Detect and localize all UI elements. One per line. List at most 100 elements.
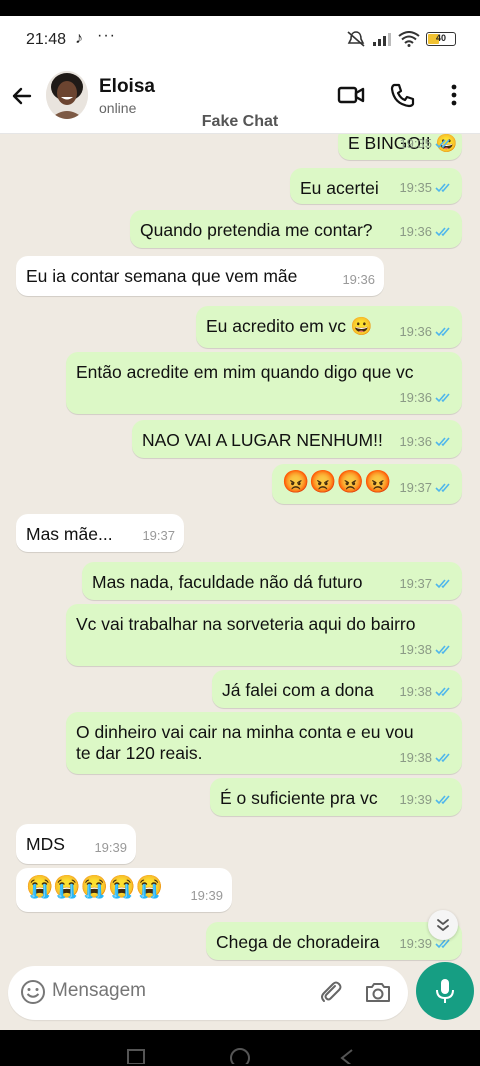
home-icon[interactable] [228,1040,252,1064]
read-ticks-icon [435,795,450,805]
read-ticks-icon [435,437,450,447]
message-meta: 19:37 [399,476,453,499]
message-meta: 19:38 [399,638,453,661]
mic-icon [436,979,454,1003]
read-ticks-icon [435,753,450,763]
message-text: Vc vai trabalhar na sorveteria aqui do b… [76,614,416,634]
top-black-bar [0,0,480,16]
message-text-line1: O dinheiro vai cair na minha conta e eu … [76,722,414,742]
message-time: 19:39 [399,792,432,807]
message-incoming[interactable]: Eu ia contar semana que vem mãe 19:36 [16,256,384,296]
message-time: 19:36 [399,224,432,239]
message-meta: 19:37 [142,524,175,547]
wifi-icon [398,31,420,47]
message-text: Quando pretendia me contar? [140,220,373,240]
message-time: 19:36 [342,272,375,287]
message-input[interactable] [52,980,312,1002]
message-outgoing[interactable]: Chega de choradeira 19:39 [206,922,462,960]
read-ticks-icon [435,645,450,655]
read-ticks-icon [435,327,450,337]
message-outgoing[interactable]: É o suficiente pra vc 19:39 [210,778,462,816]
signal-icon [373,33,391,46]
battery-icon: 40 [426,32,456,46]
message-text: 😭😭😭😭😭 [26,874,163,899]
message-meta: 19:36 [399,220,453,243]
phone-icon[interactable] [388,80,418,110]
message-outgoing[interactable]: 😡😡😡😡 19:37 [272,464,462,504]
back-arrow-icon[interactable] [8,82,36,110]
read-ticks-icon [435,393,450,403]
message-text: Eu acredito em vc 😀 [206,316,373,336]
message-incoming[interactable]: 😭😭😭😭😭 19:39 [16,868,232,912]
message-outgoing[interactable]: Eu acredito em vc 😀 19:36 [196,306,462,348]
message-time: 19:38 [399,750,432,765]
message-meta: 19:35 [399,176,453,199]
message-meta: 19:37 [399,572,453,595]
recents-icon[interactable] [124,1040,148,1064]
message-incoming[interactable]: MDS 19:39 [16,824,136,864]
message-text: Mas nada, faculdade não dá futuro [92,572,363,592]
message-time: 19:36 [399,390,432,405]
message-meta: 19:39 [190,884,223,907]
message-time: 19:38 [399,684,432,699]
read-ticks-icon [435,183,450,193]
message-outgoing[interactable]: Quando pretendia me contar? 19:36 [130,210,462,248]
message-outgoing[interactable]: Eu acertei 19:35 [290,168,462,204]
message-text: Eu ia contar semana que vem mãe [26,266,298,286]
chat-area[interactable]: E BINGO!! 😀 19:35 Eu acertei 19:35 Quand… [0,134,480,966]
back-nav-icon[interactable] [334,1040,358,1064]
message-text: 😡😡😡😡 [282,469,392,494]
message-outgoing[interactable]: Já falei com a dona 19:38 [212,670,462,708]
read-ticks-icon [435,687,450,697]
video-call-icon[interactable] [336,80,366,110]
status-time: 21:48 [26,31,67,48]
message-meta: 19:39 [94,836,127,859]
message-outgoing[interactable]: E BINGO!! 😀 19:35 [338,134,462,160]
message-text: MDS [26,834,65,854]
attach-clip-icon[interactable] [318,979,344,1005]
message-time: 19:36 [399,324,432,339]
status-bar: 21:48 ♪ ··· 40 [0,16,480,62]
avatar-image [46,71,88,119]
message-outgoing[interactable]: Então acredite em mim quando digo que vc… [66,352,462,414]
message-outgoing[interactable]: NAO VAI A LUGAR NENHUM!! 19:36 [132,420,462,458]
status-more-icon: ··· [97,27,116,44]
contact-name[interactable]: Eloisa [99,76,155,98]
mute-alarm-icon [347,31,365,47]
message-meta: 19:36 [399,320,453,343]
camera-icon[interactable] [364,979,392,1005]
message-time: 19:37 [399,576,432,591]
read-ticks-icon [435,139,450,149]
message-time: 19:36 [399,434,432,449]
avatar[interactable] [46,71,88,119]
status-indicators: 40 [346,30,456,48]
read-ticks-icon [435,579,450,589]
mic-button[interactable] [416,962,474,1020]
double-chevron-down-icon [437,919,449,931]
tiktok-icon: ♪ [75,30,83,47]
message-text: Eu acertei [300,178,379,198]
message-time: 19:39 [190,888,223,903]
message-outgoing[interactable]: Mas nada, faculdade não dá futuro 19:37 [82,562,462,600]
compose-bar [0,962,480,1030]
message-input-container[interactable] [8,966,408,1020]
message-text: Então acredite em mim quando digo que vc [76,362,414,382]
scroll-to-bottom-button[interactable] [428,910,458,940]
more-vert-icon[interactable] [440,80,470,110]
message-text: Chega de choradeira [216,932,380,952]
message-text: Já falei com a dona [222,680,374,700]
system-nav-bar [0,1030,480,1066]
message-text: É o suficiente pra vc [220,788,378,808]
message-meta: 19:36 [399,386,453,409]
message-outgoing[interactable]: O dinheiro vai cair na minha conta e eu … [66,712,462,774]
message-time: 19:35 [399,136,432,151]
message-time: 19:35 [399,180,432,195]
watermark: Fake Chat [201,113,279,130]
message-incoming[interactable]: Mas mãe... 19:37 [16,514,184,552]
message-outgoing[interactable]: Vc vai trabalhar na sorveteria aqui do b… [66,604,462,666]
message-time: 19:37 [142,528,175,543]
emoji-icon[interactable] [20,979,46,1005]
message-meta: 19:39 [399,788,453,811]
read-ticks-icon [435,483,450,493]
chat-header: Eloisa online Fake Chat [0,62,480,134]
